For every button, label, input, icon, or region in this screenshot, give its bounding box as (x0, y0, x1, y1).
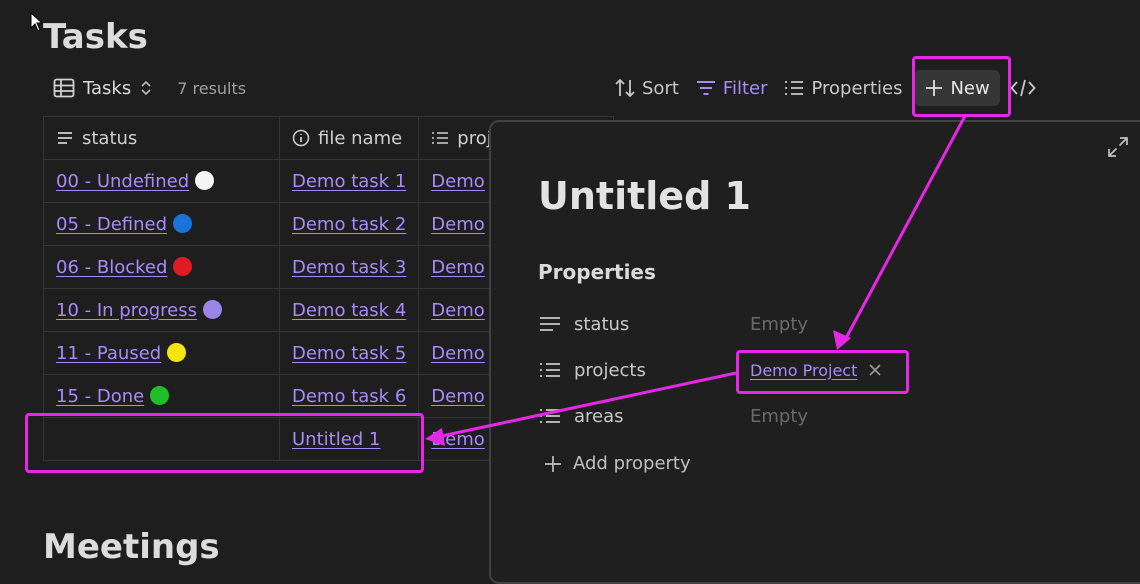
property-value-empty[interactable]: Empty (750, 406, 808, 427)
property-key: status (574, 313, 630, 335)
results-count: 7 results (177, 78, 247, 98)
page-title: Tasks (43, 17, 148, 57)
filter-label: Filter (722, 77, 768, 99)
project-link-pill: Demo Project (750, 361, 881, 380)
status-text: 10 - In progress (56, 299, 197, 321)
project-link[interactable]: Demo (431, 429, 484, 450)
plus-icon (926, 80, 943, 96)
property-value-empty[interactable]: Empty (750, 314, 808, 335)
project-link[interactable]: Demo (431, 343, 484, 364)
new-label: New (950, 77, 990, 99)
project-link[interactable]: Demo (431, 300, 484, 321)
add-property-label: Add property (573, 453, 691, 474)
file-link[interactable]: Demo task 5 (292, 343, 406, 364)
status-text: 05 - Defined (56, 213, 168, 235)
properties-label: Properties (811, 77, 903, 99)
file-link[interactable]: Demo task 1 (292, 171, 406, 192)
project-link[interactable]: Demo (431, 257, 484, 278)
plus-icon (545, 455, 561, 472)
property-row-status[interactable]: status Empty (538, 306, 958, 342)
file-name-cell[interactable]: Demo task 5 (278, 331, 420, 375)
properties-heading[interactable]: Properties (538, 260, 656, 284)
file-link[interactable]: Untitled 1 (292, 429, 380, 450)
status-dot-icon (167, 342, 187, 362)
file-name-cell[interactable]: Demo task 2 (278, 202, 420, 246)
sort-label: Sort (642, 77, 679, 99)
property-key: areas (574, 405, 624, 427)
text-lines-icon (540, 317, 560, 331)
status-text: 00 - Undefined (56, 170, 190, 192)
list-icon (540, 409, 560, 423)
status-cell[interactable]: 06 - Blocked (43, 245, 280, 289)
status-cell[interactable]: 00 - Undefined (43, 159, 280, 203)
file-name-cell[interactable]: Demo task 1 (278, 159, 420, 203)
status-link[interactable]: 05 - Defined (56, 213, 193, 235)
status-cell[interactable]: 10 - In progress (43, 288, 280, 332)
view-name: Tasks (83, 77, 132, 99)
project-link[interactable]: Demo (431, 171, 484, 192)
file-link[interactable]: Demo task 6 (292, 386, 406, 407)
column-header-label: file name (318, 127, 403, 149)
column-header-label: status (82, 127, 138, 149)
project-link[interactable]: Demo Project (750, 361, 857, 380)
view-switcher[interactable]: Tasks 7 results (53, 72, 246, 104)
status-link[interactable]: 06 - Blocked (56, 256, 193, 278)
info-icon (292, 129, 310, 147)
properties-button[interactable]: Properties (775, 70, 910, 106)
file-link[interactable]: Demo task 4 (292, 300, 406, 321)
status-link[interactable]: 15 - Done (56, 385, 170, 407)
list-icon (785, 81, 804, 95)
property-row-projects[interactable]: projects Demo Project (538, 352, 958, 388)
property-row-areas[interactable]: areas Empty (538, 398, 958, 434)
file-link[interactable]: Demo task 2 (292, 214, 406, 235)
file-link[interactable]: Demo task 3 (292, 257, 406, 278)
table-icon (53, 78, 75, 98)
sort-button[interactable]: Sort (606, 70, 687, 106)
section-title-meetings: Meetings (43, 527, 220, 567)
text-lines-icon (58, 132, 72, 144)
status-cell[interactable] (43, 417, 280, 461)
mouse-cursor-icon (30, 12, 44, 32)
note-title[interactable]: Untitled 1 (538, 174, 751, 218)
close-icon[interactable] (869, 364, 881, 376)
file-name-cell[interactable]: Demo task 6 (278, 374, 420, 418)
status-link[interactable]: 00 - Undefined (56, 170, 215, 192)
column-header-file-name[interactable]: file name (278, 116, 420, 160)
status-link[interactable]: 10 - In progress (56, 299, 222, 321)
project-link[interactable]: Demo (431, 386, 484, 407)
column-header-status[interactable]: status (43, 116, 280, 160)
status-cell[interactable]: 11 - Paused (43, 331, 280, 375)
status-text: 11 - Paused (56, 342, 162, 364)
expand-icon[interactable] (1107, 136, 1129, 158)
status-dot-icon (195, 170, 215, 190)
chevron-up-down-icon (141, 80, 151, 96)
status-dot-icon (173, 256, 193, 276)
sort-icon (615, 78, 635, 98)
column-header-label: proj (457, 127, 492, 149)
code-icon (1009, 79, 1036, 97)
status-dot-icon (150, 385, 170, 405)
list-icon (432, 132, 449, 144)
new-button[interactable]: New (914, 70, 1000, 106)
status-cell[interactable]: 05 - Defined (43, 202, 280, 246)
file-name-cell[interactable]: Demo task 3 (278, 245, 420, 289)
add-property-button[interactable]: Add property (543, 453, 691, 474)
status-cell[interactable]: 15 - Done (43, 374, 280, 418)
file-name-cell[interactable]: Untitled 1 (278, 417, 420, 461)
property-key: projects (574, 359, 646, 381)
filter-icon (696, 81, 715, 95)
status-text: 06 - Blocked (56, 256, 168, 278)
list-icon (540, 363, 560, 377)
status-dot-icon (203, 299, 222, 319)
embed-code-button[interactable] (1004, 70, 1042, 106)
toolbar-actions: Sort Filter Properties New (606, 70, 1042, 106)
status-dot-icon (173, 213, 193, 233)
status-text: 15 - Done (56, 385, 145, 407)
note-preview-panel: Untitled 1 Properties status Empty proje… (489, 120, 1140, 584)
filter-button[interactable]: Filter (687, 70, 776, 106)
project-link[interactable]: Demo (431, 214, 484, 235)
file-name-cell[interactable]: Demo task 4 (278, 288, 420, 332)
status-link[interactable]: 11 - Paused (56, 342, 187, 364)
